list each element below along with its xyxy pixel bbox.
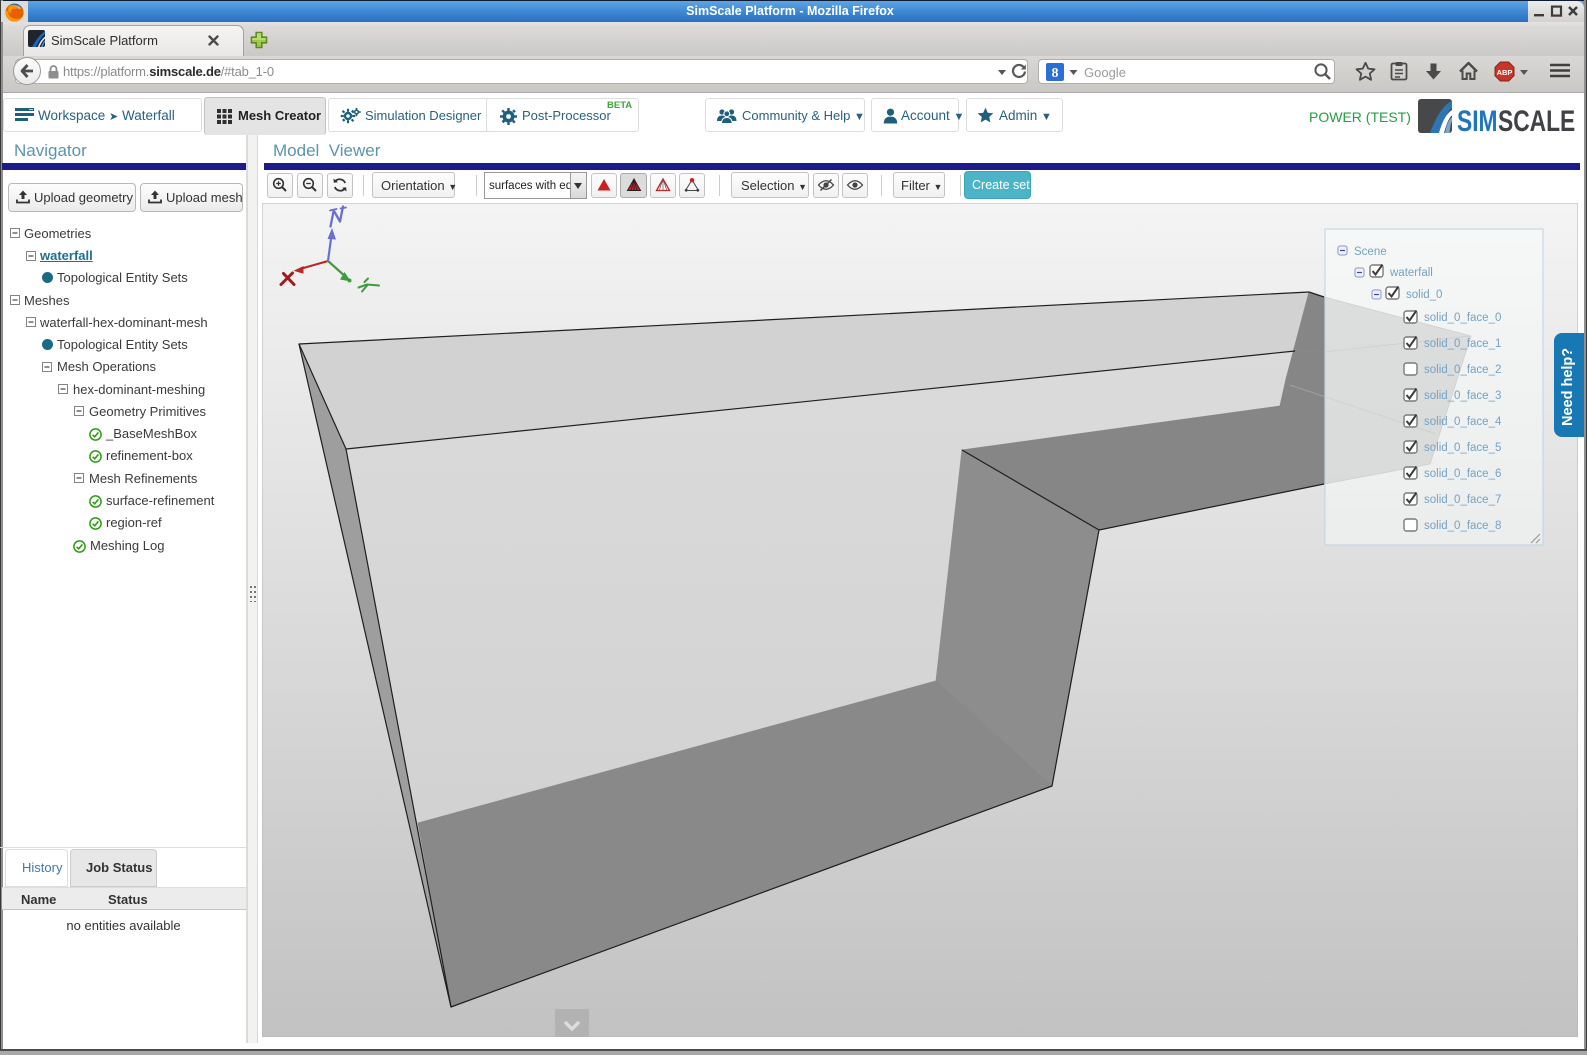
svg-text:ABP: ABP <box>1497 68 1513 77</box>
svg-text:solid_0_face_6: solid_0_face_6 <box>1424 468 1501 480</box>
svg-text:solid_0_face_0: solid_0_face_0 <box>1424 312 1501 324</box>
svg-text:solid_0_face_8: solid_0_face_8 <box>1424 520 1501 532</box>
svg-text:solid_0_face_3: solid_0_face_3 <box>1424 390 1501 402</box>
svg-text:solid_0_face_4: solid_0_face_4 <box>1424 416 1502 428</box>
svg-text:Scene: Scene <box>1354 246 1387 258</box>
svg-text:solid_0_face_2: solid_0_face_2 <box>1424 364 1501 376</box>
svg-text:solid_0_face_5: solid_0_face_5 <box>1424 442 1501 454</box>
svg-text:solid_0: solid_0 <box>1406 289 1442 301</box>
svg-text:solid_0_face_1: solid_0_face_1 <box>1424 338 1501 350</box>
svg-text:solid_0_face_7: solid_0_face_7 <box>1424 494 1501 506</box>
svg-text:SCALE: SCALE <box>1498 104 1575 134</box>
svg-text:SIM: SIM <box>1457 104 1498 134</box>
svg-text:8: 8 <box>1052 66 1059 81</box>
svg-text:waterfall: waterfall <box>1389 267 1433 279</box>
